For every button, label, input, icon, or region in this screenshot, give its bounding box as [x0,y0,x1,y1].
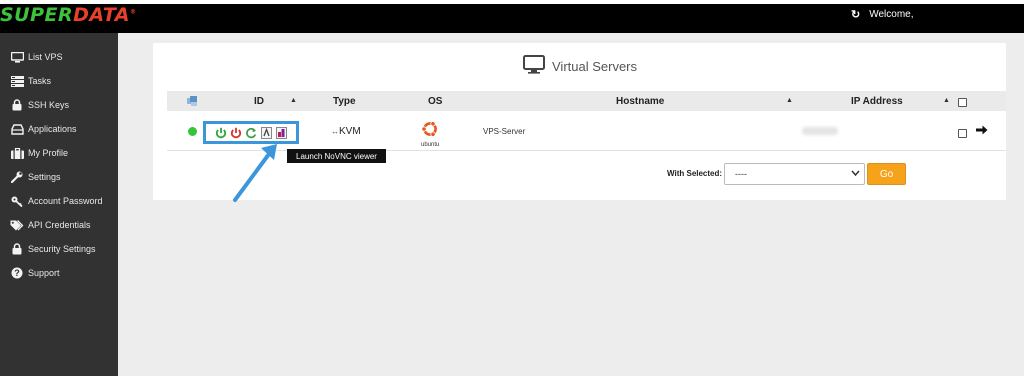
sort-asc-icon[interactable]: ▲ [786,97,793,104]
sort-asc-icon[interactable]: ▲ [943,97,950,104]
column-header-ip[interactable]: IP Address [851,96,903,107]
sidebar-item-list-vps[interactable]: List VPS [0,46,118,68]
vps-group-icon [187,96,198,109]
page-title: Virtual Servers [523,55,637,77]
column-header-type[interactable]: Type [333,96,356,107]
type-cell: ↔KVM [331,126,361,137]
key-icon [8,196,26,207]
sidebar-item-label: Settings [28,172,61,182]
page-title-text: Virtual Servers [552,58,638,74]
sidebar-item-label: Applications [28,124,77,134]
tooltip: Launch NoVNC viewer [287,149,386,163]
welcome-text: Welcome, [869,9,914,20]
select-value: ---- [735,169,747,179]
tasks-icon [8,75,26,87]
status-online-icon [188,127,197,136]
welcome-area: ↻ Welcome, [851,8,914,21]
sidebar-item-settings[interactable]: Settings [0,166,118,188]
drive-icon [8,123,26,135]
briefcase-icon [8,147,26,159]
brand-mark: ® [130,8,137,16]
select-all-checkbox[interactable] [958,98,967,107]
sidebar-item-applications[interactable]: Applications [0,118,118,140]
vps-type: KVM [339,126,361,137]
sidebar-item-label: Support [28,268,60,278]
power-on-icon[interactable] [215,127,227,139]
sort-asc-icon[interactable]: ▲ [290,97,297,104]
bulk-action-select[interactable]: ---- [724,163,865,185]
sidebar-item-account-password[interactable]: Account Password [0,190,118,212]
refresh-icon[interactable]: ↻ [851,8,860,21]
annotation-arrow-icon [229,142,281,209]
os-name: ubuntu [421,142,440,148]
brand-part1: SUPER [0,4,74,26]
vps-actions [203,121,299,144]
brand-logo[interactable]: SUPERDATA® [0,4,137,26]
wrench-icon [8,171,26,183]
with-selected-label: With Selected: [667,169,723,178]
chevron-down-icon [851,169,860,179]
monitor-icon [523,55,545,77]
novnc-viewer-icon[interactable] [275,126,287,139]
lock-icon [8,243,26,255]
ubuntu-logo-icon [421,120,439,141]
sidebar: List VPS Tasks SSH Keys Applications My … [0,33,118,376]
brand-part2: DATA [73,4,131,26]
monitor-icon [8,51,26,63]
tags-icon [8,219,26,231]
row-select-checkbox[interactable] [958,129,967,138]
sidebar-item-support[interactable]: ? Support [0,262,118,284]
sidebar-item-api-credentials[interactable]: API Credentials [0,214,118,236]
sidebar-item-my-profile[interactable]: My Profile [0,142,118,164]
sidebar-item-label: Security Settings [28,244,96,254]
sidebar-item-label: Account Password [28,196,103,206]
hostname-cell: VPS-Server [483,127,526,136]
column-header-hostname[interactable]: Hostname [616,96,664,107]
os-cell: ubuntu [421,120,439,148]
sidebar-item-label: SSH Keys [28,100,70,110]
svg-text:?: ? [14,268,20,278]
go-button[interactable]: Go [867,163,906,185]
lock-icon [8,99,26,111]
ip-address-redacted [802,127,838,135]
sidebar-item-label: API Credentials [28,220,91,230]
sidebar-item-label: Tasks [28,76,52,86]
sidebar-item-ssh-keys[interactable]: SSH Keys [0,94,118,116]
console-icon[interactable] [260,126,272,139]
power-off-icon[interactable] [230,127,242,139]
sidebar-item-security-settings[interactable]: Security Settings [0,238,118,260]
restart-icon[interactable] [245,127,257,139]
question-icon: ? [8,267,26,279]
sidebar-item-tasks[interactable]: Tasks [0,70,118,92]
sidebar-item-label: My Profile [28,148,69,158]
sidebar-item-label: List VPS [28,52,63,62]
column-header-os[interactable]: OS [428,96,442,107]
arrow-right-icon[interactable] [976,125,988,138]
column-header-id[interactable]: ID [254,96,264,107]
